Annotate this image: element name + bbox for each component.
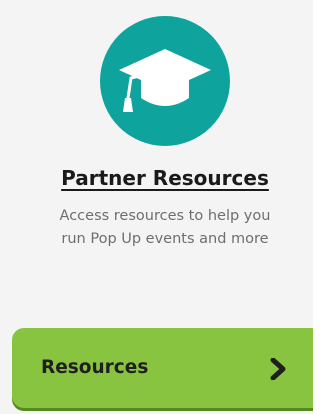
description-line: run Pop Up events and more [61,231,269,247]
description-line: Access resources to help you [59,208,271,224]
card-description: Access resources to help you run Pop Up … [28,205,302,251]
resources-button-label: Resources [41,357,149,378]
card-title-link[interactable]: Partner Resources [0,165,320,191]
chevron-right-icon [270,358,286,380]
graduation-cap-icon [119,49,211,112]
resources-button[interactable]: Resources [12,328,313,408]
partner-resources-card: Partner Resources Access resources to he… [0,0,313,414]
graduation-cap-badge [100,16,230,146]
